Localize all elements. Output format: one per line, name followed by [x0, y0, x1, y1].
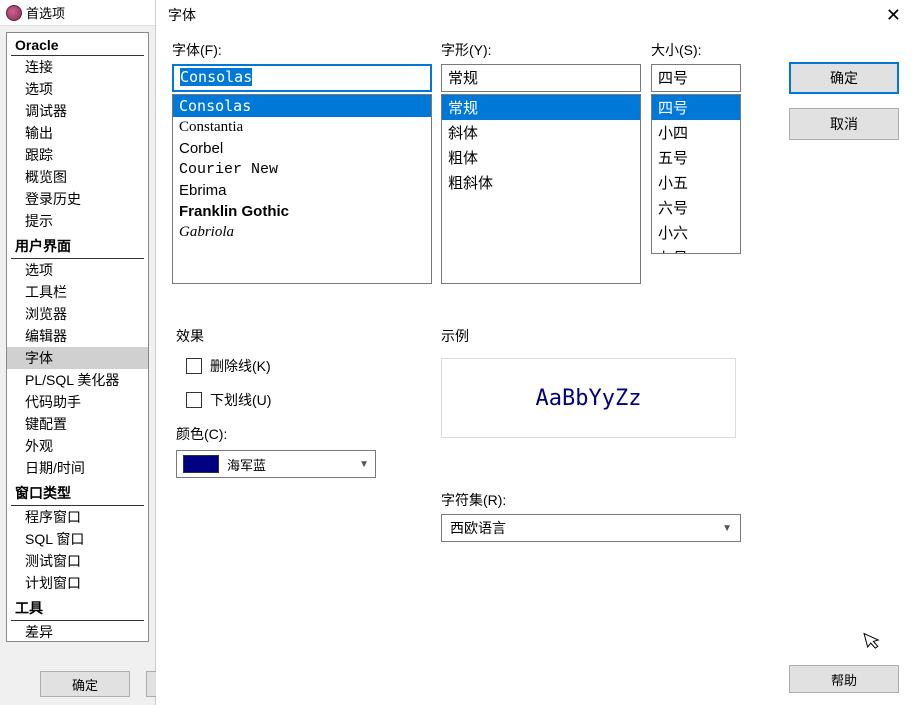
list-item[interactable]: 五号 — [652, 145, 740, 170]
cursor-icon — [863, 628, 887, 659]
tree-item[interactable]: 程序窗口 — [7, 506, 148, 528]
font-dialog-titlebar: 字体 ✕ — [156, 0, 921, 30]
strikeout-checkbox[interactable] — [186, 358, 202, 374]
font-input[interactable]: Consolas — [172, 64, 432, 92]
chevron-down-icon: ▼ — [722, 523, 732, 534]
list-item[interactable]: Constantia — [173, 117, 431, 138]
tree-item[interactable]: 日期/时间 — [7, 457, 148, 479]
sample-group: 示例 AaBbYyZz — [441, 326, 741, 438]
tree-item[interactable]: 浏览器 — [7, 303, 148, 325]
effects-group: 效果 删除线(K) 下划线(U) 颜色(C): 海军蓝 ▼ — [176, 326, 416, 478]
tree-item[interactable]: 键配置 — [7, 413, 148, 435]
color-name: 海军蓝 — [227, 455, 266, 474]
tree-section-tools[interactable]: 工具 — [11, 596, 144, 621]
tree-item[interactable]: 测试窗口 — [7, 550, 148, 572]
list-item[interactable]: Ebrima — [173, 180, 431, 201]
strikeout-row[interactable]: 删除线(K) — [186, 356, 416, 376]
list-item[interactable]: Franklin Gothic — [173, 201, 431, 222]
list-item[interactable]: 斜体 — [442, 120, 640, 145]
list-item[interactable]: Corbel — [173, 138, 431, 159]
font-listbox[interactable]: Consolas Constantia Corbel Courier New E… — [172, 94, 432, 284]
style-listbox[interactable]: 常规 斜体 粗体 粗斜体 — [441, 94, 641, 284]
sample-text: AaBbYyZz — [536, 386, 642, 411]
tree-item[interactable]: 差异 — [7, 621, 148, 642]
list-item[interactable]: 粗斜体 — [442, 170, 640, 195]
tree-item[interactable]: 提示 — [7, 210, 148, 232]
font-column: 字体(F): Consolas Consolas Constantia Corb… — [172, 40, 432, 284]
tree-section-oracle[interactable]: Oracle — [11, 35, 144, 56]
dialog-buttons: 确定 取消 — [789, 62, 899, 140]
charset-select[interactable]: 西欧语言 ▼ — [441, 514, 741, 542]
tree-section-window[interactable]: 窗口类型 — [11, 481, 144, 506]
sample-label: 示例 — [441, 326, 741, 346]
tree-item[interactable]: SQL 窗口 — [7, 528, 148, 550]
font-label: 字体(F): — [172, 40, 432, 60]
tree-item[interactable]: 编辑器 — [7, 325, 148, 347]
tree-section-ui[interactable]: 用户界面 — [11, 234, 144, 259]
ok-button[interactable]: 确定 — [789, 62, 899, 94]
size-listbox[interactable]: 四号 小四 五号 小五 六号 小六 七号 — [651, 94, 741, 254]
preferences-titlebar: 首选项 — [0, 0, 155, 26]
list-item[interactable]: 四号 — [652, 95, 740, 120]
ok-button[interactable]: 确定 — [40, 671, 130, 697]
strikeout-label: 删除线(K) — [210, 356, 271, 376]
tree-item[interactable]: 工具栏 — [7, 281, 148, 303]
tree-item[interactable]: 登录历史 — [7, 188, 148, 210]
underline-checkbox[interactable] — [186, 392, 202, 408]
tree-item[interactable]: 计划窗口 — [7, 572, 148, 594]
tree-item[interactable]: 外观 — [7, 435, 148, 457]
style-input[interactable]: 常规 — [441, 64, 641, 92]
style-label: 字形(Y): — [441, 40, 641, 60]
sample-box: AaBbYyZz — [441, 358, 736, 438]
tree-item[interactable]: 调试器 — [7, 100, 148, 122]
size-label: 大小(S): — [651, 40, 741, 60]
tree-item[interactable]: 跟踪 — [7, 144, 148, 166]
tree-item[interactable]: 概览图 — [7, 166, 148, 188]
size-column: 大小(S): 四号 四号 小四 五号 小五 六号 小六 七号 — [651, 40, 741, 254]
list-item[interactable]: 小五 — [652, 170, 740, 195]
list-item[interactable]: 六号 — [652, 195, 740, 220]
effects-label: 效果 — [176, 326, 416, 346]
font-dialog: 字体 ✕ 字体(F): Consolas Consolas Constantia… — [156, 0, 921, 705]
cancel-button[interactable]: 取消 — [789, 108, 899, 140]
tree-item[interactable]: 选项 — [7, 78, 148, 100]
list-item[interactable]: Consolas — [173, 95, 431, 117]
close-icon[interactable]: ✕ — [878, 3, 909, 28]
list-item[interactable]: 常规 — [442, 95, 640, 120]
tree-item[interactable]: 代码助手 — [7, 391, 148, 413]
tree-item[interactable]: 输出 — [7, 122, 148, 144]
preferences-window: 首选项 Oracle 连接 选项 调试器 输出 跟踪 概览图 登录历史 提示 用… — [0, 0, 156, 705]
list-item[interactable]: 小六 — [652, 220, 740, 245]
size-input[interactable]: 四号 — [651, 64, 741, 92]
color-label: 颜色(C): — [176, 424, 416, 444]
chevron-down-icon: ▼ — [359, 459, 369, 470]
charset-value: 西欧语言 — [450, 518, 506, 538]
preferences-title: 首选项 — [26, 3, 65, 22]
help-button[interactable]: 帮助 — [789, 665, 899, 693]
tree-item[interactable]: PL/SQL 美化器 — [7, 369, 148, 391]
tree-item-font[interactable]: 字体 — [7, 347, 148, 369]
font-dialog-title: 字体 — [168, 5, 196, 25]
list-item[interactable]: 小四 — [652, 120, 740, 145]
charset-label: 字符集(R): — [441, 490, 506, 510]
tree-item[interactable]: 选项 — [7, 259, 148, 281]
tree-item[interactable]: 连接 — [7, 56, 148, 78]
list-item[interactable]: Gabriola — [173, 222, 431, 243]
color-select[interactable]: 海军蓝 ▼ — [176, 450, 376, 478]
app-icon — [6, 5, 22, 21]
style-column: 字形(Y): 常规 常规 斜体 粗体 粗斜体 — [441, 40, 641, 284]
color-swatch — [183, 455, 219, 473]
list-item[interactable]: 七号 — [652, 245, 740, 254]
list-item[interactable]: 粗体 — [442, 145, 640, 170]
list-item[interactable]: Courier New — [173, 159, 431, 180]
underline-row[interactable]: 下划线(U) — [186, 390, 416, 410]
preferences-tree[interactable]: Oracle 连接 选项 调试器 输出 跟踪 概览图 登录历史 提示 用户界面 … — [6, 32, 149, 642]
underline-label: 下划线(U) — [210, 390, 271, 410]
